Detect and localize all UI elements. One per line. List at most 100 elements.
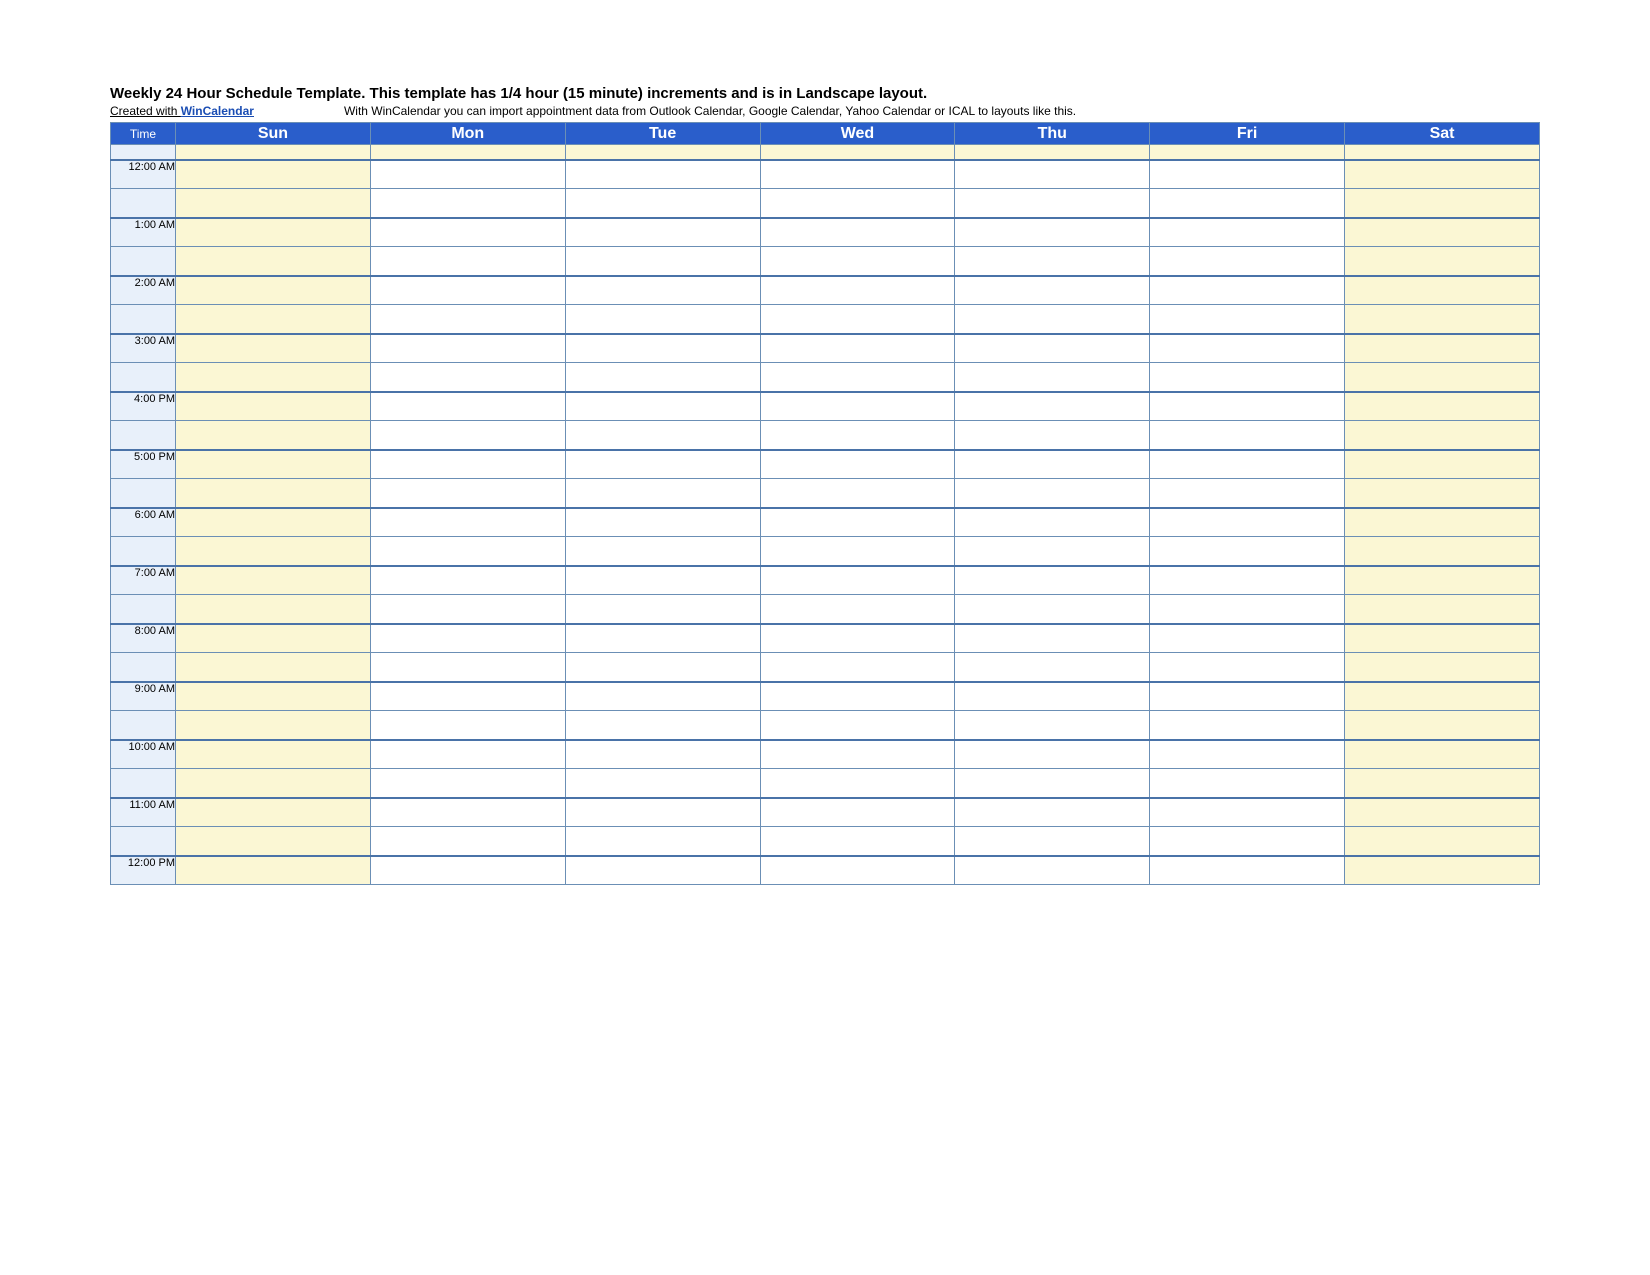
schedule-cell[interactable]	[1150, 856, 1345, 885]
schedule-cell[interactable]	[955, 334, 1150, 363]
schedule-cell[interactable]	[565, 653, 760, 682]
schedule-cell[interactable]	[1150, 769, 1345, 798]
schedule-cell[interactable]	[955, 653, 1150, 682]
schedule-cell[interactable]	[760, 595, 955, 624]
schedule-cell[interactable]	[955, 740, 1150, 769]
schedule-cell[interactable]	[565, 827, 760, 856]
schedule-cell[interactable]	[1345, 595, 1540, 624]
schedule-cell[interactable]	[565, 392, 760, 421]
schedule-cell[interactable]	[1345, 450, 1540, 479]
schedule-cell[interactable]	[1150, 479, 1345, 508]
schedule-cell[interactable]	[565, 682, 760, 711]
schedule-cell[interactable]	[370, 276, 565, 305]
schedule-cell[interactable]	[955, 856, 1150, 885]
schedule-cell[interactable]	[1150, 189, 1345, 218]
schedule-cell[interactable]	[760, 566, 955, 595]
schedule-cell[interactable]	[176, 653, 371, 682]
schedule-cell[interactable]	[760, 276, 955, 305]
schedule-cell[interactable]	[370, 769, 565, 798]
schedule-cell[interactable]	[1150, 653, 1345, 682]
schedule-cell[interactable]	[370, 508, 565, 537]
schedule-cell[interactable]	[760, 305, 955, 334]
schedule-cell[interactable]	[176, 537, 371, 566]
schedule-cell[interactable]	[565, 160, 760, 189]
schedule-cell[interactable]	[955, 276, 1150, 305]
schedule-cell[interactable]	[1345, 740, 1540, 769]
schedule-cell[interactable]	[565, 595, 760, 624]
schedule-cell[interactable]	[760, 363, 955, 392]
schedule-cell[interactable]	[370, 363, 565, 392]
schedule-cell[interactable]	[370, 624, 565, 653]
schedule-cell[interactable]	[176, 363, 371, 392]
schedule-cell[interactable]	[955, 711, 1150, 740]
created-with-link[interactable]: Created with WinCalendar	[110, 104, 254, 118]
schedule-cell[interactable]	[955, 450, 1150, 479]
schedule-cell[interactable]	[955, 218, 1150, 247]
schedule-cell[interactable]	[176, 218, 371, 247]
schedule-cell[interactable]	[1345, 566, 1540, 595]
schedule-cell[interactable]	[565, 363, 760, 392]
schedule-cell[interactable]	[370, 189, 565, 218]
schedule-cell[interactable]	[1150, 218, 1345, 247]
schedule-cell[interactable]	[176, 624, 371, 653]
schedule-cell[interactable]	[1345, 508, 1540, 537]
schedule-cell[interactable]	[760, 334, 955, 363]
schedule-cell[interactable]	[955, 595, 1150, 624]
schedule-cell[interactable]	[955, 363, 1150, 392]
schedule-cell[interactable]	[1150, 711, 1345, 740]
schedule-cell[interactable]	[176, 392, 371, 421]
schedule-cell[interactable]	[370, 711, 565, 740]
schedule-cell[interactable]	[176, 769, 371, 798]
schedule-cell[interactable]	[955, 508, 1150, 537]
schedule-cell[interactable]	[760, 392, 955, 421]
schedule-cell[interactable]	[1345, 334, 1540, 363]
schedule-cell[interactable]	[1345, 769, 1540, 798]
schedule-cell[interactable]	[760, 537, 955, 566]
schedule-cell[interactable]	[1150, 566, 1345, 595]
schedule-cell[interactable]	[176, 711, 371, 740]
schedule-cell[interactable]	[1150, 682, 1345, 711]
schedule-cell[interactable]	[955, 479, 1150, 508]
schedule-cell[interactable]	[955, 566, 1150, 595]
schedule-cell[interactable]	[760, 508, 955, 537]
schedule-cell[interactable]	[176, 276, 371, 305]
schedule-cell[interactable]	[955, 421, 1150, 450]
schedule-cell[interactable]	[370, 740, 565, 769]
schedule-cell[interactable]	[1345, 421, 1540, 450]
schedule-cell[interactable]	[370, 827, 565, 856]
schedule-cell[interactable]	[370, 218, 565, 247]
schedule-cell[interactable]	[565, 624, 760, 653]
schedule-cell[interactable]	[565, 334, 760, 363]
schedule-cell[interactable]	[1345, 479, 1540, 508]
schedule-cell[interactable]	[565, 305, 760, 334]
schedule-cell[interactable]	[565, 421, 760, 450]
schedule-cell[interactable]	[565, 276, 760, 305]
schedule-cell[interactable]	[955, 769, 1150, 798]
schedule-cell[interactable]	[565, 537, 760, 566]
schedule-cell[interactable]	[565, 711, 760, 740]
schedule-cell[interactable]	[955, 798, 1150, 827]
schedule-cell[interactable]	[176, 856, 371, 885]
schedule-cell[interactable]	[955, 624, 1150, 653]
schedule-cell[interactable]	[1345, 392, 1540, 421]
schedule-cell[interactable]	[176, 508, 371, 537]
schedule-cell[interactable]	[760, 160, 955, 189]
schedule-cell[interactable]	[760, 479, 955, 508]
schedule-cell[interactable]	[565, 508, 760, 537]
schedule-cell[interactable]	[176, 740, 371, 769]
schedule-cell[interactable]	[370, 421, 565, 450]
schedule-cell[interactable]	[1150, 595, 1345, 624]
schedule-cell[interactable]	[370, 392, 565, 421]
schedule-cell[interactable]	[565, 450, 760, 479]
schedule-cell[interactable]	[370, 798, 565, 827]
schedule-cell[interactable]	[955, 305, 1150, 334]
schedule-cell[interactable]	[1150, 363, 1345, 392]
schedule-cell[interactable]	[760, 653, 955, 682]
schedule-cell[interactable]	[1345, 827, 1540, 856]
schedule-cell[interactable]	[1150, 450, 1345, 479]
schedule-cell[interactable]	[565, 479, 760, 508]
schedule-cell[interactable]	[955, 392, 1150, 421]
schedule-cell[interactable]	[760, 218, 955, 247]
schedule-cell[interactable]	[370, 247, 565, 276]
schedule-cell[interactable]	[1345, 247, 1540, 276]
